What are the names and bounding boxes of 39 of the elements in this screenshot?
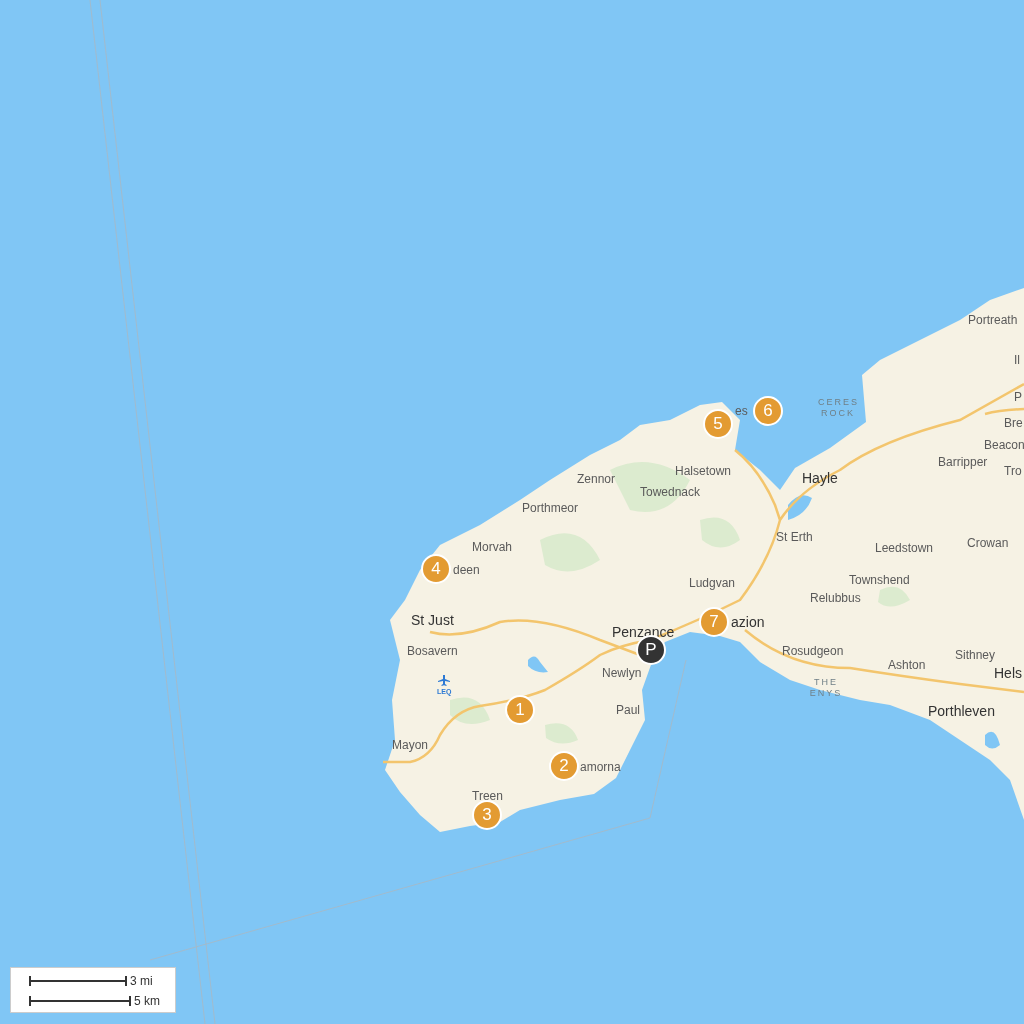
place-label: Towednack [640, 485, 701, 499]
scale-label: 5 km [134, 994, 160, 1008]
place-label: Porthleven [928, 703, 995, 719]
place-label: Sithney [955, 648, 996, 662]
place-label: Ashton [888, 658, 926, 672]
place-label: Zennor [577, 472, 616, 486]
place-label: Portreath [968, 313, 1018, 327]
place-label: Paul [616, 703, 641, 717]
place-label: St Erth [776, 530, 813, 544]
place-label: Leedstown [875, 541, 934, 555]
place-label: Il [1014, 353, 1020, 367]
map-marker[interactable]: 6 [753, 396, 783, 426]
place-label: Newlyn [602, 666, 642, 680]
place-label: Relubbus [810, 591, 861, 605]
place-label: P [1014, 390, 1022, 404]
airport-icon [438, 675, 450, 686]
place-label: deen [453, 563, 480, 577]
place-label: Bosavern [407, 644, 458, 658]
place-label: Porthmeor [522, 501, 579, 515]
place-label: Beacon [984, 438, 1024, 452]
place-label: amorna [580, 760, 621, 774]
place-label: Hels [994, 665, 1022, 681]
place-label: Halsetown [675, 464, 732, 478]
place-label: Morvah [472, 540, 512, 554]
place-label: St Just [411, 612, 454, 628]
place-label: Tro [1004, 464, 1022, 478]
place-label: azion [731, 614, 765, 630]
place-label: Townshend [849, 573, 910, 587]
place-label: Crowan [967, 536, 1009, 550]
place-label: Barripper [938, 455, 988, 469]
place-label: Ludgvan [689, 576, 736, 590]
place-label: Mayon [392, 738, 429, 752]
place-label: es [735, 404, 748, 418]
place-label: THE ENYS [808, 677, 844, 699]
place-label: Treen [472, 789, 503, 803]
scale-label: 3 mi [130, 974, 153, 988]
place-label: Rosudgeon [782, 644, 844, 658]
place-label: CERES ROCK [818, 397, 858, 419]
place-label: Bre [1004, 416, 1023, 430]
